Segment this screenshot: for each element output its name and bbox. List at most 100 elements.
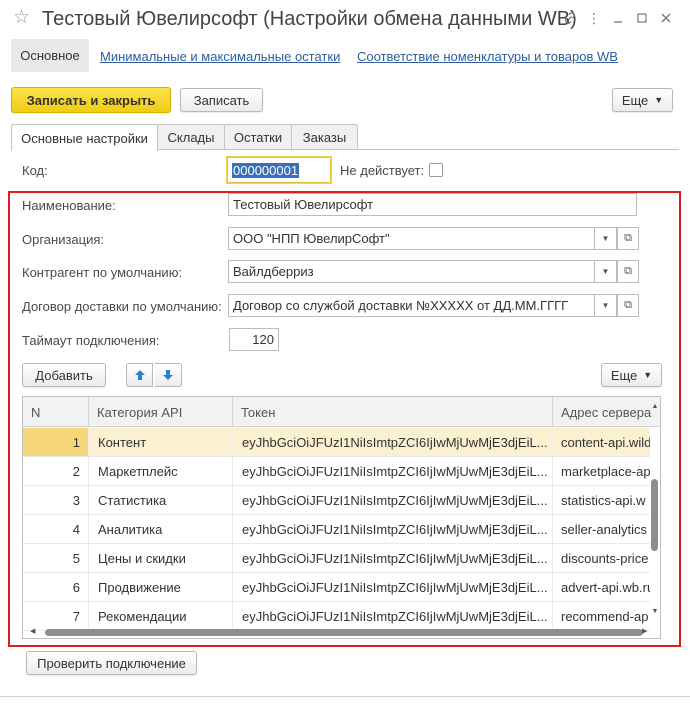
save-and-close-button[interactable]: Записать и закрыть	[11, 87, 171, 113]
vertical-scroll-thumb[interactable]	[651, 479, 658, 551]
maximize-icon[interactable]	[630, 8, 654, 28]
bottom-divider	[0, 696, 690, 697]
name-field[interactable]: Тестовый Ювелирсофт	[228, 193, 637, 216]
tab-stock[interactable]: Остатки	[224, 124, 292, 150]
row-number: 2	[23, 457, 89, 485]
row-api-category: Рекомендации	[89, 602, 233, 630]
inactive-label: Не действует:	[340, 163, 425, 178]
save-button[interactable]: Записать	[180, 88, 263, 112]
tab-orders[interactable]: Заказы	[291, 124, 358, 150]
row-api-category: Продвижение	[89, 573, 233, 601]
contractor-field[interactable]: Вайлдберриз	[228, 260, 595, 283]
row-server-address: recommend-ap	[561, 608, 649, 624]
table-row[interactable]: 4 Аналитика eyJhbGciOiJFUzI1NiIsImtpZCI6Ij…	[23, 515, 650, 544]
row-token: eyJhbGciOiJFUzI1NiIsImtpZCI6IjIwMjUwMjE3…	[233, 457, 553, 485]
organization-label: Организация:	[22, 232, 105, 247]
row-token: eyJhbGciOiJFUzI1NiIsImtpZCI6IjIwMjUwMjE3…	[233, 573, 553, 601]
chevron-down-icon: ▼	[601, 267, 610, 276]
caret-down-icon: ▼	[654, 95, 664, 105]
window-controls: ⋮	[558, 8, 678, 28]
organization-field[interactable]: ООО "НПП ЮвелирСофт"	[228, 227, 595, 250]
table-row[interactable]: 6 Продвижение eyJhbGciOiJFUzI1NiIsImtpZCI6…	[23, 573, 650, 602]
header-server-address[interactable]: Адрес сервера	[553, 397, 660, 427]
move-down-button[interactable]	[155, 363, 182, 387]
row-server-address: seller-analytics	[561, 521, 647, 537]
contract-dropdown-button[interactable]: ▼	[595, 294, 617, 317]
tab-main-settings[interactable]: Основные настройки	[11, 124, 158, 151]
contract-label: Договор доставки по умолчанию:	[22, 299, 222, 314]
row-server-address: content-api.wild	[561, 434, 650, 450]
table-more-button[interactable]: Еще ▼	[601, 363, 662, 387]
arrow-down-icon	[163, 370, 173, 380]
row-api-category: Цены и скидки	[89, 544, 233, 572]
table-row[interactable]: 3 Статистика eyJhbGciOiJFUzI1NiIsImtpZCI6I…	[23, 486, 650, 515]
check-connection-button[interactable]: Проверить подключение	[26, 651, 197, 675]
horizontal-scroll-thumb[interactable]	[45, 629, 643, 636]
vertical-scrollbar[interactable]: ▲ ▼	[650, 403, 660, 619]
row-number: 4	[23, 515, 89, 543]
organization-open-button[interactable]: ⧉	[617, 227, 639, 250]
tab-warehouses[interactable]: Склады	[157, 124, 225, 150]
open-form-icon: ⧉	[624, 299, 632, 311]
horizontal-scrollbar[interactable]: ◀ ▶	[30, 627, 650, 637]
row-token: eyJhbGciOiJFUzI1NiIsImtpZCI6IjIwMjUwMjE3…	[233, 428, 553, 456]
minimize-icon[interactable]	[606, 8, 630, 28]
open-form-icon: ⧉	[624, 232, 632, 244]
contract-open-button[interactable]: ⧉	[617, 294, 639, 317]
table-header: N Категория API Токен Адрес сервера	[23, 397, 660, 427]
contractor-open-button[interactable]: ⧉	[617, 260, 639, 283]
favorite-star-icon[interactable]: ☆	[13, 6, 30, 30]
more-menu-button[interactable]: Еще ▼	[612, 88, 673, 112]
scroll-up-icon[interactable]: ▲	[650, 403, 660, 410]
row-token: eyJhbGciOiJFUzI1NiIsImtpZCI6IjIwMjUwMjE3…	[233, 544, 553, 572]
close-icon[interactable]	[654, 8, 678, 28]
chevron-down-icon: ▼	[601, 301, 610, 310]
row-api-category: Контент	[89, 428, 233, 456]
table-row[interactable]: 5 Цены и скидки eyJhbGciOiJFUzI1NiIsImtpZC…	[23, 544, 650, 573]
row-token: eyJhbGciOiJFUzI1NiIsImtpZCI6IjIwMjUwMjE3…	[233, 486, 553, 514]
code-field[interactable]: 000000001	[227, 157, 331, 183]
link-icon[interactable]	[558, 8, 582, 28]
row-token: eyJhbGciOiJFUzI1NiIsImtpZCI6IjIwMjUwMjE3…	[233, 602, 553, 630]
nav-main-section[interactable]: Основное	[11, 39, 89, 72]
row-number: 3	[23, 486, 89, 514]
table-row[interactable]: 2 Маркетплейс eyJhbGciOiJFUzI1NiIsImtpZCI6…	[23, 457, 650, 486]
header-token[interactable]: Токен	[233, 397, 553, 427]
row-server-address: advert-api.wb.ru	[561, 579, 650, 595]
more-icon[interactable]: ⋮	[582, 8, 606, 28]
row-server-address: statistics-api.w	[561, 492, 646, 508]
window-title: Тестовый Ювелирсофт (Настройки обмена да…	[42, 8, 577, 30]
row-api-category: Маркетплейс	[89, 457, 233, 485]
row-api-category: Аналитика	[89, 515, 233, 543]
caret-down-icon: ▼	[643, 370, 653, 380]
scroll-right-icon[interactable]: ▶	[642, 627, 647, 635]
row-server-address: discounts-price	[561, 550, 649, 566]
timeout-field[interactable]: 120	[229, 328, 279, 351]
contract-field[interactable]: Договор со службой доставки №XXXXX от ДД…	[228, 294, 595, 317]
move-up-button[interactable]	[126, 363, 153, 387]
more-label: Еще	[621, 92, 649, 108]
name-label: Наименование:	[22, 198, 116, 213]
scroll-down-icon[interactable]: ▼	[650, 608, 660, 615]
row-server-address: marketplace-ap	[561, 463, 650, 479]
nav-link-wb-mapping[interactable]: Соответствие номенклатуры и товаров WB	[357, 49, 618, 64]
header-n[interactable]: N	[23, 397, 89, 427]
row-api-category: Статистика	[89, 486, 233, 514]
chevron-down-icon: ▼	[601, 234, 610, 243]
row-number: 7	[23, 602, 89, 630]
table-more-label: Еще	[610, 367, 638, 383]
scroll-left-icon[interactable]: ◀	[30, 627, 35, 635]
api-table: N Категория API Токен Адрес сервера 1 Кон…	[22, 396, 661, 639]
nav-link-min-max-stock[interactable]: Минимальные и максимальные остатки	[100, 49, 340, 64]
header-api-category[interactable]: Категория API	[89, 397, 233, 427]
inactive-checkbox[interactable]	[429, 163, 443, 177]
table-row[interactable]: 1 Контент eyJhbGciOiJFUzI1NiIsImtpZCI6IjIw…	[23, 428, 650, 457]
contractor-label: Контрагент по умолчанию:	[22, 265, 183, 280]
row-number: 6	[23, 573, 89, 601]
contractor-dropdown-button[interactable]: ▼	[595, 260, 617, 283]
row-token: eyJhbGciOiJFUzI1NiIsImtpZCI6IjIwMjUwMjE3…	[233, 515, 553, 543]
code-value: 000000001	[232, 162, 300, 178]
organization-dropdown-button[interactable]: ▼	[595, 227, 617, 250]
add-row-button[interactable]: Добавить	[22, 363, 106, 387]
timeout-label: Таймаут подключения:	[22, 333, 160, 348]
